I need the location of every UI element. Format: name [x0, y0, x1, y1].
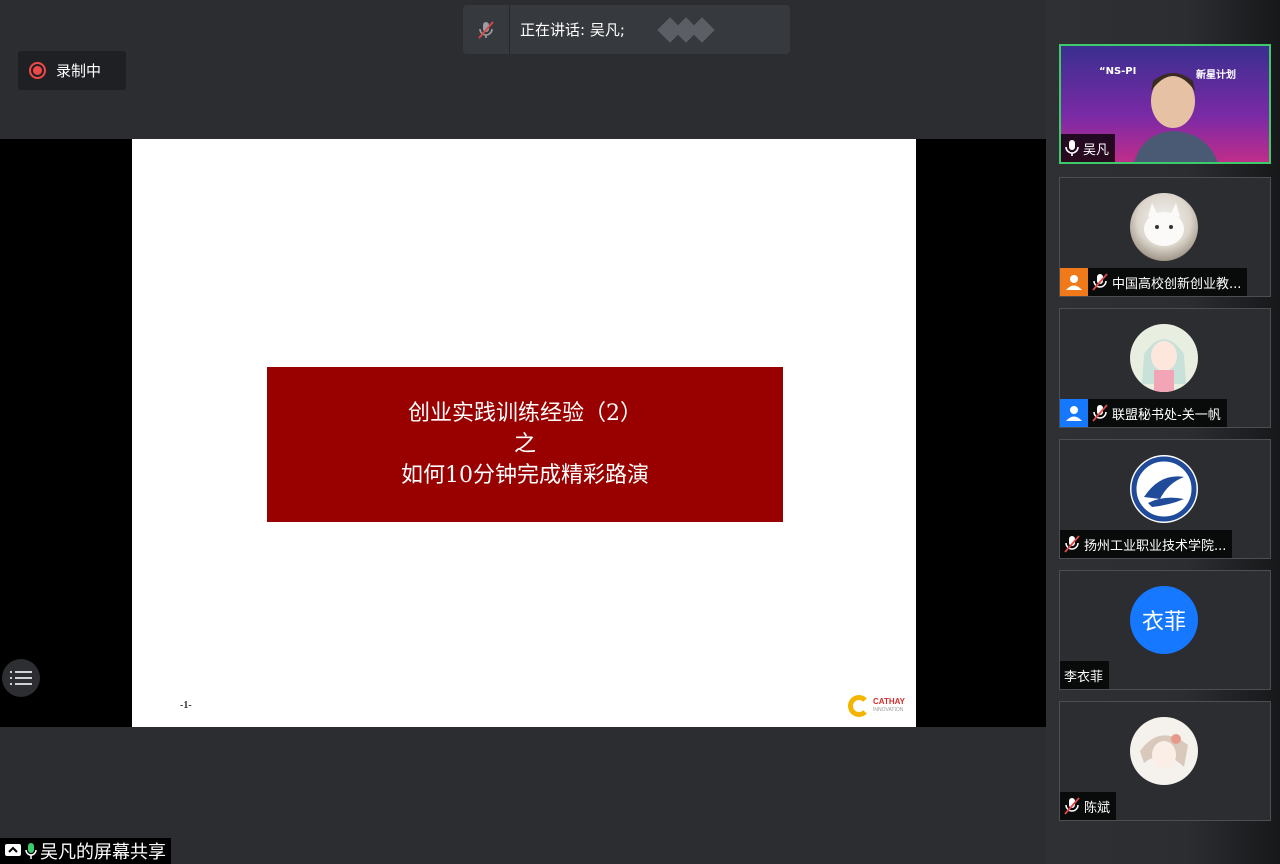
- main-stage: 创业实践训练经验（2） 之 如何10分钟完成精彩路演 -1- CATHAY IN…: [0, 0, 1046, 864]
- participant-nameplate: 中国高校创新创业教...: [1060, 268, 1248, 296]
- mic-muted-icon: [1064, 535, 1080, 553]
- text-avatar: 衣菲: [1130, 586, 1198, 654]
- recording-indicator[interactable]: 录制中: [18, 51, 126, 90]
- participant-nameplate: 联盟秘书处-关一帆: [1060, 399, 1227, 427]
- participant-sidebar: “NS-PI 新星计划 吴凡 中国高校创新创业教... 联盟秘书处-关一帆 扬州…: [1046, 0, 1280, 864]
- slide-page-number: -1-: [180, 700, 192, 711]
- screen-share-text: 吴凡的屏幕共享: [40, 842, 166, 863]
- avatar-initials: 衣菲: [1141, 610, 1186, 635]
- mic-muted-icon: [1092, 273, 1108, 291]
- logo-sub: INNOVATION: [873, 707, 904, 713]
- participant-name: 吴凡: [1083, 142, 1110, 158]
- speaking-label: 正在讲话: 吴凡;: [520, 21, 625, 39]
- speaking-bar: 正在讲话: 吴凡;: [463, 5, 790, 54]
- slide-title-box: 创业实践训练经验（2） 之 如何10分钟完成精彩路演: [267, 367, 783, 522]
- user-icon: [1060, 268, 1088, 296]
- recording-label: 录制中: [56, 62, 102, 80]
- participant-name: 联盟秘书处-关一帆: [1112, 407, 1221, 423]
- list-icon[interactable]: [2, 659, 40, 697]
- screen-share-label: 吴凡的屏幕共享: [0, 838, 171, 864]
- speaker-video: [1134, 73, 1218, 162]
- participant-tile-2[interactable]: 中国高校创新创业教...: [1059, 177, 1271, 297]
- participant-tile-4[interactable]: 扬州工业职业技术学院...: [1059, 439, 1271, 559]
- participant-nameplate: 陈斌: [1060, 792, 1117, 820]
- participant-nameplate: 吴凡: [1061, 134, 1116, 162]
- mic-active-icon: [1065, 140, 1079, 156]
- user-icon: [1060, 399, 1088, 427]
- mic-muted-icon: [463, 5, 510, 54]
- sketch-avatar: [1130, 717, 1198, 785]
- participant-tile-wufan[interactable]: “NS-PI 新星计划 吴凡: [1059, 44, 1271, 164]
- cathay-logo-icon: [848, 695, 870, 717]
- mic-muted-icon: [1092, 404, 1108, 422]
- participant-tile-5[interactable]: 衣菲 李衣菲: [1059, 570, 1271, 690]
- participant-name: 中国高校创新创业教...: [1112, 276, 1242, 292]
- shared-slide: 创业实践训练经验（2） 之 如何10分钟完成精彩路演 -1- CATHAY IN…: [132, 139, 916, 727]
- cat-avatar: [1130, 193, 1198, 261]
- logo-name: CATHAY: [873, 697, 906, 706]
- participant-nameplate: 扬州工业职业技术学院...: [1060, 530, 1233, 558]
- slide-title-line-1: 创业实践训练经验（2）: [408, 401, 642, 426]
- participant-name: 李衣菲: [1064, 669, 1104, 685]
- mic-icon: [25, 843, 37, 859]
- participant-tile-6[interactable]: 陈斌: [1059, 701, 1271, 821]
- record-icon: [29, 62, 46, 79]
- school-logo-avatar: [1130, 455, 1198, 523]
- slide-title-line-2: 之: [513, 432, 536, 457]
- participant-name: 扬州工业职业技术学院...: [1084, 538, 1227, 554]
- participant-nameplate: 李衣菲: [1060, 661, 1110, 689]
- anime-avatar: [1130, 324, 1198, 392]
- slide-title-line-3: 如何10分钟完成精彩路演: [401, 463, 649, 488]
- participant-tile-3[interactable]: 联盟秘书处-关一帆: [1059, 308, 1271, 428]
- blurred-name: [653, 16, 717, 43]
- cathay-logo: CATHAY INNOVATION: [848, 695, 905, 717]
- screen-share-icon: [5, 844, 21, 856]
- mic-muted-icon: [1064, 797, 1080, 815]
- participant-name: 陈斌: [1084, 800, 1111, 816]
